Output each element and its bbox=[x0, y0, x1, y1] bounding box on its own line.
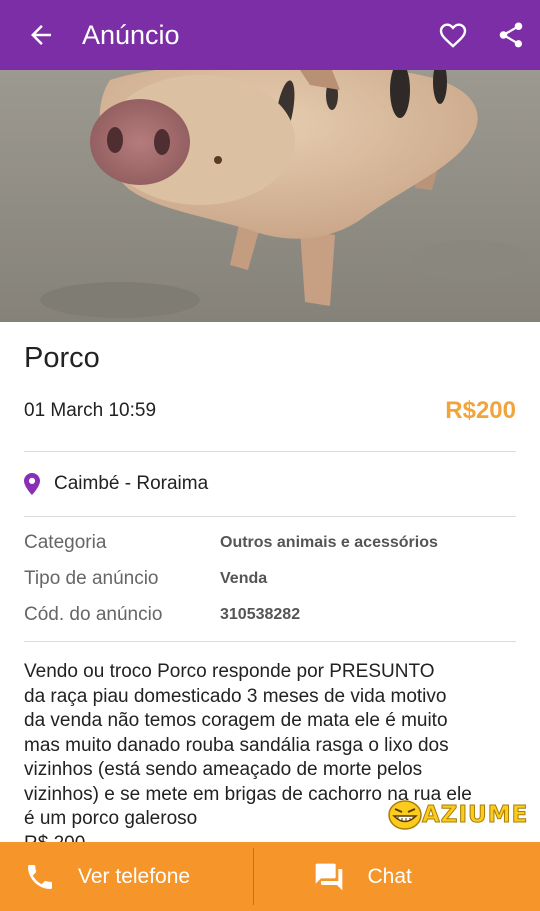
bottom-action-bar: Ver telefone Chat bbox=[0, 842, 540, 911]
chat-icon bbox=[312, 861, 346, 893]
description-line: Vendo ou troco Porco responde por PRESUN… bbox=[24, 661, 435, 682]
arrow-left-icon bbox=[31, 25, 51, 45]
detail-row-category: Categoria Outros animais e acessórios bbox=[24, 525, 516, 561]
app-bar: Anúncio bbox=[0, 0, 540, 70]
location-row[interactable]: Caimbé - Roraima bbox=[24, 452, 516, 516]
description-line: vizinhos (está sendo ameaçado de morte p… bbox=[24, 759, 423, 780]
watermark: AZIUME bbox=[388, 800, 528, 830]
detail-value: 310538282 bbox=[220, 606, 301, 623]
pig-illustration bbox=[0, 70, 540, 322]
ad-price: R$200 bbox=[445, 397, 516, 424]
heart-outline-icon bbox=[439, 23, 467, 48]
pig-photo[interactable] bbox=[0, 70, 540, 322]
view-phone-button[interactable]: Ver telefone bbox=[0, 842, 253, 911]
description-line: da venda não temos coragem de mata ele é… bbox=[24, 710, 448, 731]
chat-label: Chat bbox=[367, 864, 412, 888]
ad-title: Porco bbox=[24, 342, 100, 374]
detail-row-ad-type: Tipo de anúncio Venda bbox=[24, 561, 516, 597]
date-price-row: 01 March 10:59 R$200 bbox=[24, 394, 516, 428]
description-line: da raça piau domesticado 3 meses de vida… bbox=[24, 685, 447, 707]
location-text: Caimbé - Roraima bbox=[54, 473, 209, 494]
view-phone-label: Ver telefone bbox=[78, 864, 191, 888]
phone-icon bbox=[24, 861, 56, 893]
ad-details: Categoria Outros animais e acessórios Ti… bbox=[24, 517, 516, 641]
watermark-text: AZIUME bbox=[421, 802, 529, 829]
share-button[interactable] bbox=[482, 0, 540, 70]
ad-date: 01 March 10:59 bbox=[24, 400, 157, 421]
detail-label: Cód. do anúncio bbox=[24, 604, 163, 625]
detail-value: Outros animais e acessórios bbox=[220, 534, 438, 551]
page-title: Anúncio bbox=[82, 19, 180, 50]
favorite-button[interactable] bbox=[424, 0, 482, 70]
chat-button[interactable]: Chat bbox=[254, 842, 540, 911]
grin-face-icon bbox=[388, 800, 422, 830]
detail-value: Venda bbox=[220, 570, 268, 587]
description-line: mas muito danado rouba sandália rasga o … bbox=[24, 734, 449, 756]
detail-label: Tipo de anúncio bbox=[24, 568, 159, 589]
back-button[interactable] bbox=[0, 0, 82, 70]
share-icon bbox=[499, 22, 523, 48]
location-pin-icon bbox=[24, 473, 54, 495]
ad-content: Porco 01 March 10:59 R$200 Caimbé - Rora… bbox=[24, 322, 516, 856]
detail-label: Categoria bbox=[24, 532, 107, 553]
detail-row-ad-code: Cód. do anúncio 310538282 bbox=[24, 597, 516, 633]
